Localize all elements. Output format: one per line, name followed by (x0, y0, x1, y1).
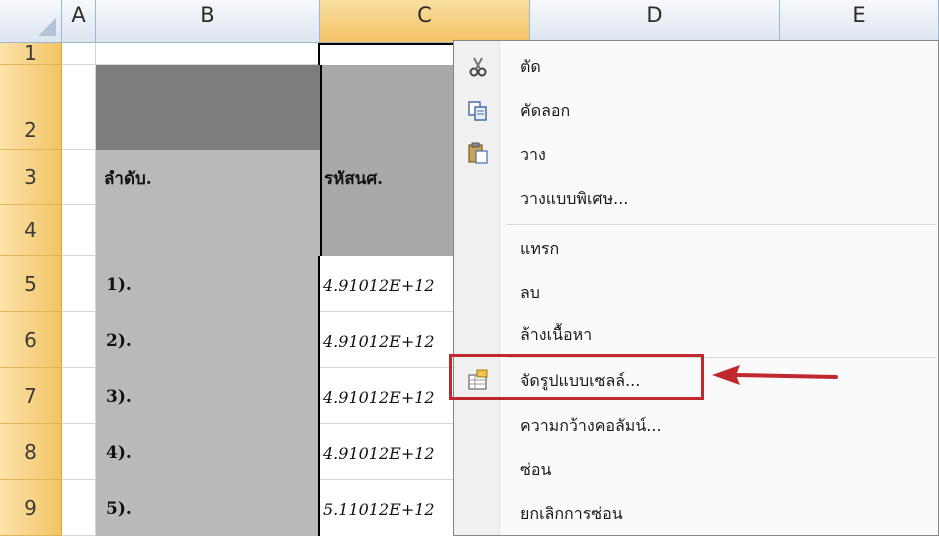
select-all-corner[interactable] (0, 0, 62, 43)
row-header-7[interactable]: 7 (0, 368, 62, 424)
cell-b1[interactable] (96, 43, 320, 65)
cell-c8[interactable]: 4.91012E+12 (323, 444, 435, 463)
cell-a6[interactable] (62, 312, 96, 368)
column-header-b[interactable]: B (96, 0, 320, 43)
menu-item-label: ล้างเนื้อหา (520, 325, 593, 344)
row-header-4[interactable]: 4 (0, 205, 62, 256)
highlight-box (449, 354, 704, 400)
cell-a9[interactable] (62, 480, 96, 536)
menu-item-cut[interactable]: ตัด (500, 45, 938, 89)
row-header-6[interactable]: 6 (0, 312, 62, 368)
menu-item-column-width[interactable]: ความกว้างคอลัมน์... (500, 404, 938, 448)
cell-a8[interactable] (62, 424, 96, 480)
row-header-8[interactable]: 8 (0, 424, 62, 480)
menu-item-label: คัดลอก (520, 101, 571, 120)
menu-item-paste[interactable]: วาง (500, 133, 938, 177)
menu-item-unhide[interactable]: ยกเลิกการซ่อน (500, 492, 938, 536)
cell-a2[interactable] (62, 65, 96, 150)
menu-item-copy[interactable]: คัดลอก (500, 89, 938, 133)
row-header-2[interactable]: 2 (0, 65, 62, 150)
cell-a7[interactable] (62, 368, 96, 424)
menu-item-label: ซ่อน (520, 460, 552, 479)
cell-c3[interactable]: รหัสนศ. (324, 165, 383, 192)
menu-item-paste-special[interactable]: วางแบบพิเศษ... (500, 177, 938, 221)
scissors-icon (469, 57, 487, 77)
column-header-c[interactable]: C (320, 0, 530, 43)
menu-item-label: แทรก (520, 239, 560, 258)
annotation-arrow-icon (712, 365, 838, 385)
column-header-e[interactable]: E (780, 0, 939, 43)
cell-a3[interactable] (62, 150, 96, 205)
cell-b7[interactable]: 3). (106, 387, 132, 407)
paste-icon (468, 142, 488, 164)
menu-separator (506, 224, 936, 225)
menu-item-delete[interactable]: ลบ (500, 271, 938, 315)
cell-c5[interactable]: 4.91012E+12 (323, 276, 435, 295)
menu-item-hide[interactable]: ซ่อน (500, 448, 938, 492)
menu-item-insert[interactable]: แทรก (500, 227, 938, 271)
cell-b2[interactable] (96, 65, 320, 150)
copy-icon (468, 101, 487, 121)
cell-b3[interactable]: ลำดับ. (104, 165, 152, 192)
column-header-a[interactable]: A (62, 0, 96, 43)
cell-a5[interactable] (62, 256, 96, 312)
menu-item-label: วาง (520, 145, 546, 164)
cell-b5[interactable]: 1). (106, 275, 132, 295)
menu-item-label: วางแบบพิเศษ... (520, 189, 629, 208)
cell-a1[interactable] (62, 43, 96, 65)
cell-c7[interactable]: 4.91012E+12 (323, 388, 435, 407)
menu-item-label: ยกเลิกการซ่อน (520, 504, 623, 523)
menu-item-clear-contents[interactable]: ล้างเนื้อหา (500, 313, 938, 357)
column-header-d[interactable]: D (530, 0, 780, 43)
cell-b6[interactable]: 2). (106, 331, 132, 351)
row-header-5[interactable]: 5 (0, 256, 62, 312)
cell-c9[interactable]: 5.11012E+12 (323, 500, 435, 519)
context-menu: ตัด คัดลอก วาง วางแบบพิเศษ... แทรก ลบ ล้… (453, 40, 939, 536)
menu-item-label: ความกว้างคอลัมน์... (520, 416, 662, 435)
menu-item-label: ตัด (520, 57, 541, 76)
cell-b9[interactable]: 5). (106, 499, 132, 519)
cell-b8[interactable]: 4). (106, 443, 132, 463)
cell-c6[interactable]: 4.91012E+12 (323, 332, 435, 351)
row-header-1[interactable]: 1 (0, 43, 62, 65)
cell-a4[interactable] (62, 205, 96, 256)
row-header-9[interactable]: 9 (0, 480, 62, 536)
menu-item-label: ลบ (520, 283, 540, 302)
row-header-3[interactable]: 3 (0, 150, 62, 205)
